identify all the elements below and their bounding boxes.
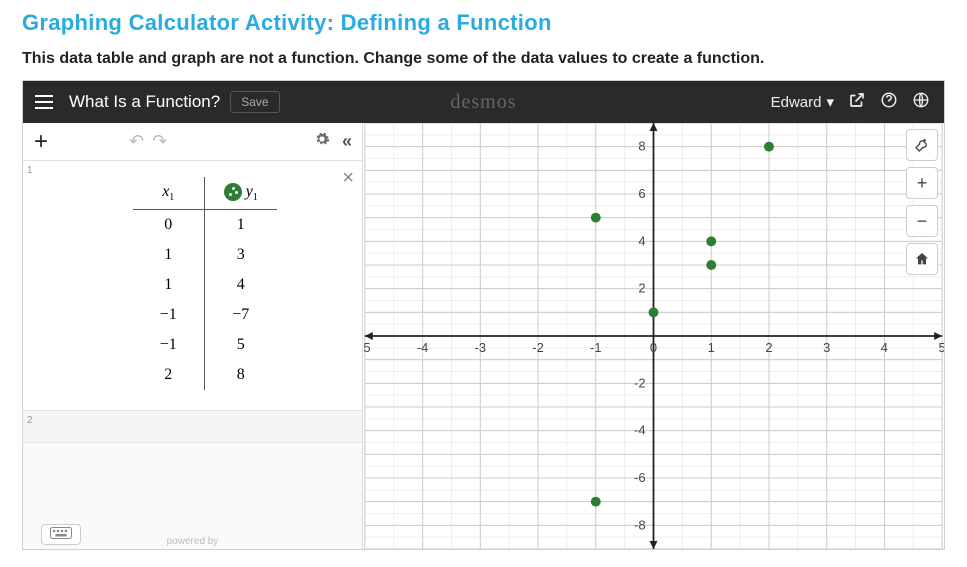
table-row: 14 bbox=[133, 270, 277, 300]
svg-text:-1: -1 bbox=[590, 340, 602, 355]
graph-canvas[interactable]: -5 -4 -3 -2 -1 0 1 2 3 4 5 -8 -6 -4 -2 2 4 6 8 bbox=[363, 123, 944, 549]
svg-text:6: 6 bbox=[638, 186, 645, 201]
table-cell-x[interactable]: 1 bbox=[133, 240, 205, 270]
expression-row-1[interactable]: 1 × x1 y1 011314−1−7−1528 bbox=[23, 161, 362, 411]
home-icon bbox=[914, 251, 930, 267]
svg-text:0: 0 bbox=[650, 340, 657, 355]
table-cell-x[interactable]: −1 bbox=[133, 300, 205, 330]
svg-text:8: 8 bbox=[638, 139, 645, 154]
undo-button[interactable]: ↶ bbox=[129, 131, 144, 152]
table-cell-y[interactable]: 5 bbox=[205, 330, 277, 360]
table-cell-y[interactable]: −7 bbox=[205, 300, 277, 330]
home-button[interactable] bbox=[906, 243, 938, 275]
instructions: This data table and graph are not a func… bbox=[22, 50, 945, 68]
svg-text:1: 1 bbox=[708, 340, 715, 355]
menu-button[interactable] bbox=[23, 81, 65, 123]
svg-text:-4: -4 bbox=[634, 423, 646, 438]
svg-text:-3: -3 bbox=[475, 340, 487, 355]
collapse-sidebar-button[interactable]: « bbox=[342, 131, 352, 152]
expression-row-2[interactable]: 2 bbox=[23, 411, 362, 443]
y-column-header[interactable]: y1 bbox=[205, 177, 277, 210]
help-icon bbox=[880, 91, 898, 109]
row-number: 1 bbox=[27, 165, 33, 176]
table-cell-x[interactable]: 2 bbox=[133, 360, 205, 390]
svg-text:-6: -6 bbox=[634, 470, 646, 485]
user-name: Edward bbox=[771, 94, 822, 111]
wrench-icon bbox=[914, 137, 930, 153]
table-cell-x[interactable]: −1 bbox=[133, 330, 205, 360]
powered-by-label: powered by bbox=[23, 536, 362, 547]
svg-text:-2: -2 bbox=[634, 375, 646, 390]
svg-text:3: 3 bbox=[823, 340, 830, 355]
table-cell-y[interactable]: 1 bbox=[205, 210, 277, 241]
save-button[interactable]: Save bbox=[230, 91, 279, 113]
language-button[interactable] bbox=[912, 91, 930, 114]
help-button[interactable] bbox=[880, 91, 898, 114]
row-number: 2 bbox=[27, 415, 33, 426]
caret-down-icon: ▾ bbox=[826, 93, 834, 111]
delete-row-button[interactable]: × bbox=[342, 167, 354, 190]
document-title: What Is a Function? bbox=[69, 92, 220, 112]
svg-text:4: 4 bbox=[638, 233, 645, 248]
table-row: 01 bbox=[133, 210, 277, 241]
svg-text:2: 2 bbox=[638, 281, 645, 296]
zoom-in-button[interactable]: + bbox=[906, 167, 938, 199]
series-color-icon[interactable] bbox=[224, 183, 242, 201]
svg-text:5: 5 bbox=[939, 340, 944, 355]
hamburger-icon bbox=[35, 95, 53, 109]
table-cell-y[interactable]: 3 bbox=[205, 240, 277, 270]
table-cell-x[interactable]: 0 bbox=[133, 210, 205, 241]
svg-text:-5: -5 bbox=[363, 340, 371, 355]
table-row: 28 bbox=[133, 360, 277, 390]
graph-area[interactable]: -5 -4 -3 -2 -1 0 1 2 3 4 5 -8 -6 -4 -2 2 4 6 8 + − bbox=[363, 123, 944, 549]
page-title: Graphing Calculator Activity: Defining a… bbox=[22, 10, 945, 36]
calculator-app: What Is a Function? Save desmos Edward ▾ bbox=[22, 80, 945, 550]
svg-text:-4: -4 bbox=[417, 340, 429, 355]
svg-text:2: 2 bbox=[765, 340, 772, 355]
globe-icon bbox=[912, 91, 930, 109]
brand-logo: desmos bbox=[451, 91, 517, 114]
x-column-header[interactable]: x1 bbox=[133, 177, 205, 210]
zoom-out-button[interactable]: − bbox=[906, 205, 938, 237]
share-icon bbox=[848, 91, 866, 109]
add-expression-button[interactable]: + bbox=[23, 128, 59, 156]
svg-text:4: 4 bbox=[881, 340, 888, 355]
svg-text:-2: -2 bbox=[532, 340, 544, 355]
table-row: −1−7 bbox=[133, 300, 277, 330]
table-cell-x[interactable]: 1 bbox=[133, 270, 205, 300]
graph-settings-button[interactable] bbox=[906, 129, 938, 161]
sidebar-toolbar: + ↶ ↷ « bbox=[23, 123, 362, 161]
table-row: −15 bbox=[133, 330, 277, 360]
table-cell-y[interactable]: 4 bbox=[205, 270, 277, 300]
gear-icon bbox=[314, 131, 330, 147]
redo-button[interactable]: ↷ bbox=[152, 131, 167, 152]
table-cell-y[interactable]: 8 bbox=[205, 360, 277, 390]
user-menu[interactable]: Edward ▾ bbox=[771, 93, 834, 111]
share-button[interactable] bbox=[848, 91, 866, 114]
table-row: 13 bbox=[133, 240, 277, 270]
topbar: What Is a Function? Save desmos Edward ▾ bbox=[23, 81, 944, 123]
svg-text:-8: -8 bbox=[634, 517, 646, 532]
data-table[interactable]: x1 y1 011314−1−7−1528 bbox=[133, 177, 277, 390]
settings-button[interactable] bbox=[314, 131, 330, 152]
expression-sidebar: + ↶ ↷ « 1 × bbox=[23, 123, 363, 549]
